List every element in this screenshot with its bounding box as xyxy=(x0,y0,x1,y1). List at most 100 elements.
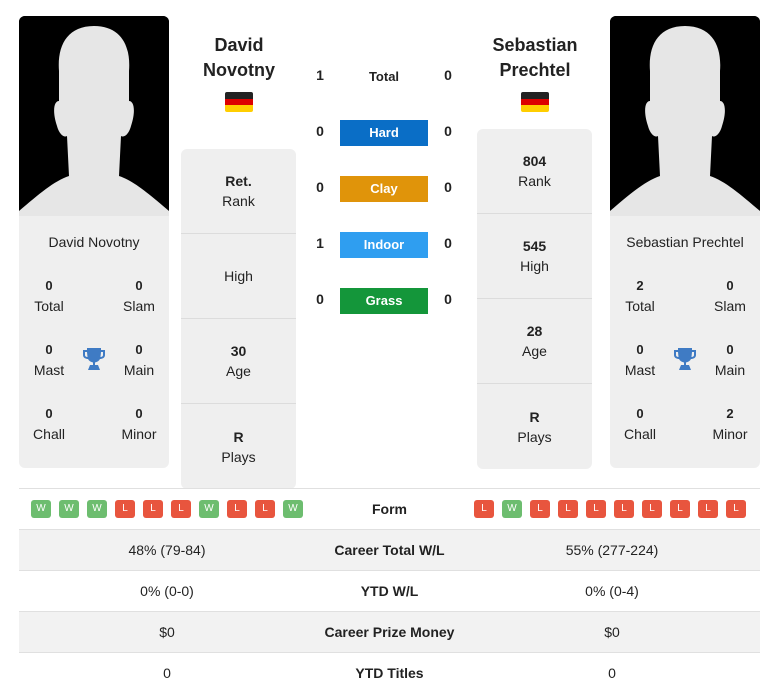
player2-full-name: Sebastian Prechtel xyxy=(626,234,744,250)
player2-name[interactable]: Sebastian Prechtel xyxy=(470,33,600,83)
player1-total-titles: 0 Total xyxy=(19,276,79,316)
form-loss-badge[interactable]: L xyxy=(474,500,494,518)
player2-stats: 804 Rank 545 High 28 Age R Plays xyxy=(477,129,592,469)
player2-first-name: Sebastian xyxy=(492,35,578,55)
player2-age: 28 Age xyxy=(477,299,592,384)
value: 0 xyxy=(135,342,143,357)
player2-main-titles: 0 Main xyxy=(700,340,760,380)
h2h-hard-p2: 0 xyxy=(444,123,452,139)
h2h-clay-p2: 0 xyxy=(444,179,452,195)
player1-plays: R Plays xyxy=(181,404,296,489)
label: Age xyxy=(226,363,251,379)
player1-high: High xyxy=(181,234,296,319)
form-loss-badge[interactable]: L xyxy=(143,500,163,518)
value: 0 xyxy=(726,342,734,357)
value: 0 xyxy=(636,406,644,421)
label: Minor xyxy=(712,426,748,442)
comparison-row: 0% (0-0) YTD W/L 0% (0-4) xyxy=(19,570,760,611)
player1-value: 0 xyxy=(163,665,171,681)
h2h-clay-p1: 0 xyxy=(316,179,324,195)
value: 0 xyxy=(45,406,53,421)
form-win-badge[interactable]: W xyxy=(87,500,107,518)
label: Rank xyxy=(518,173,551,189)
comparison-row: 48% (79-84) Career Total W/L 55% (277-22… xyxy=(19,529,760,570)
player2-value: $0 xyxy=(604,624,620,640)
form-loss-badge[interactable]: L xyxy=(614,500,634,518)
player1-form: WWWLLLWLLW xyxy=(19,500,315,518)
label: Main xyxy=(123,362,155,378)
label: High xyxy=(520,258,549,274)
player1-name[interactable]: David Novotny xyxy=(174,33,304,83)
value: 28 xyxy=(526,323,543,339)
form-win-badge[interactable]: W xyxy=(31,500,51,518)
form-win-badge[interactable]: W xyxy=(199,500,219,518)
label: Chall xyxy=(33,426,65,442)
player1-last-name: Novotny xyxy=(203,60,275,80)
row-label: Career Total W/L xyxy=(334,542,445,558)
form-loss-badge[interactable]: L xyxy=(586,500,606,518)
label: Rank xyxy=(222,193,255,209)
form-win-badge[interactable]: W xyxy=(283,500,303,518)
form-win-badge[interactable]: W xyxy=(502,500,522,518)
label: Main xyxy=(714,362,746,378)
player2-mast-titles: 0 Mast xyxy=(610,340,670,380)
surface-grass[interactable]: Grass xyxy=(340,288,428,314)
form-loss-badge[interactable]: L xyxy=(227,500,247,518)
form-loss-badge[interactable]: L xyxy=(171,500,191,518)
form-loss-badge[interactable]: L xyxy=(115,500,135,518)
label: Plays xyxy=(221,448,256,465)
form-loss-badge[interactable]: L xyxy=(530,500,550,518)
form-loss-badge[interactable]: L xyxy=(255,500,275,518)
player1-full-name: David Novotny xyxy=(48,234,140,250)
form-loss-badge[interactable]: L xyxy=(670,500,690,518)
form-loss-badge[interactable]: L xyxy=(726,500,746,518)
player2-plays: R Plays xyxy=(477,384,592,469)
germany-flag-icon xyxy=(521,92,549,112)
value: 0 xyxy=(726,278,734,293)
h2h-indoor-p2: 0 xyxy=(444,235,452,251)
h2h-indoor-p1: 1 xyxy=(316,235,324,251)
h2h-total-p2: 0 xyxy=(444,67,452,83)
comparison-row: $0 Career Prize Money $0 xyxy=(19,611,760,652)
value: 2 xyxy=(636,278,644,293)
surface-indoor[interactable]: Indoor xyxy=(340,232,428,258)
value: 804 xyxy=(522,153,547,169)
label: High xyxy=(224,268,253,284)
player2-chall-titles: 0 Chall xyxy=(610,404,670,444)
form-label: Form xyxy=(372,501,407,517)
player1-minor-titles: 0 Minor xyxy=(109,404,169,444)
label: Minor xyxy=(121,426,157,442)
value: 0 xyxy=(636,342,644,357)
surface-hard[interactable]: Hard xyxy=(340,120,428,146)
label: Total xyxy=(625,298,655,314)
form-loss-badge[interactable]: L xyxy=(558,500,578,518)
h2h-grass-p2: 0 xyxy=(444,291,452,307)
comparison-row: 0 YTD Titles 0 xyxy=(19,652,760,693)
player1-slam-titles: 0 Slam xyxy=(109,276,169,316)
value: 0 xyxy=(45,342,53,357)
h2h-total-p1: 1 xyxy=(316,67,324,83)
form-loss-badge[interactable]: L xyxy=(642,500,662,518)
player1-photo xyxy=(19,16,169,216)
player1-value: 48% (79-84) xyxy=(128,542,206,558)
form-win-badge[interactable]: W xyxy=(59,500,79,518)
row-label: YTD Titles xyxy=(355,665,424,681)
label: Chall xyxy=(624,426,656,442)
player1-titles-card: David Novotny 0 Total 0 Slam 0 Mast 0 Ma… xyxy=(19,216,169,468)
row-label: Career Prize Money xyxy=(324,624,455,640)
value: 30 xyxy=(230,343,247,359)
player1-stats: Ret. Rank High 30 Age R Plays xyxy=(181,149,296,489)
surface-clay[interactable]: Clay xyxy=(340,176,428,202)
value: 0 xyxy=(135,278,143,293)
silhouette-icon xyxy=(19,16,169,216)
player2-minor-titles: 2 Minor xyxy=(700,404,760,444)
label: Total xyxy=(34,298,64,314)
player2-photo xyxy=(610,16,760,216)
form-row: WWWLLLWLLW Form LWLLLLLLLL xyxy=(19,488,760,529)
label: Plays xyxy=(517,428,552,445)
trophy-icon xyxy=(674,348,696,370)
value: 545 xyxy=(522,238,547,254)
label: Age xyxy=(522,343,547,359)
label: Mast xyxy=(624,362,656,378)
form-loss-badge[interactable]: L xyxy=(698,500,718,518)
